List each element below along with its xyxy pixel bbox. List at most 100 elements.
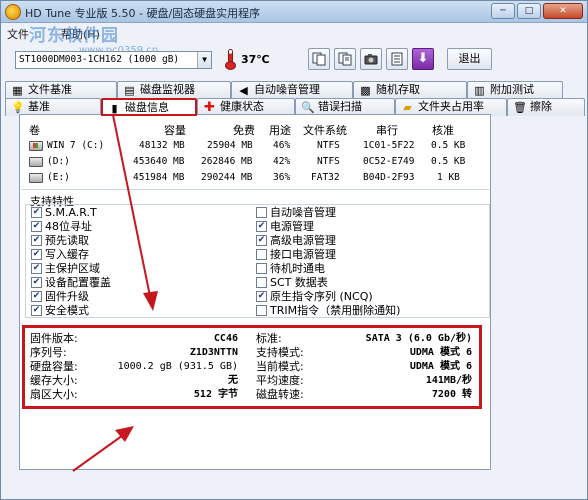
tab-label: 文件夹占用率 [418,100,484,113]
benchmark-icon: 💡 [11,101,25,114]
feature-read-ahead: ✔ 预先读取 [31,234,89,248]
menu-file[interactable]: 文件 [7,26,29,42]
current-mode-row: 当前模式: UDMA 模式 6 [256,360,472,374]
info-value: 1000.2 gB (931.5 GB) [117,361,238,372]
screenshot-button[interactable] [360,48,382,70]
tab-erase[interactable]: 🗑 擦除 [507,98,585,116]
table-row[interactable]: (D:) 453640 MB 262846 MB 42% NTFS 0C52-E… [7,154,482,170]
feature-power-mgmt: ✔ 电源管理 [256,220,314,234]
info-value: UDMA 模式 6 [409,347,472,358]
copy-text-button[interactable] [308,48,330,70]
info-label: 序列号: [30,346,67,359]
checkbox[interactable] [256,207,267,218]
sector-row: 扇区大小: 512 字节 [30,388,238,402]
copy-all-button[interactable] [334,48,356,70]
close-button[interactable]: ✕ [543,3,583,19]
checkbox[interactable]: ✔ [31,207,42,218]
copy-all-icon [338,52,352,66]
rotation-speed-row: 磁盘转速: 7200 转 [256,388,472,402]
feature-label: 自动噪音管理 [270,206,336,219]
info-value: 141MB/秒 [425,375,472,386]
feature-write-cache: ✔ 写入缓存 [31,248,89,262]
tab-label: 随机存取 [376,83,420,96]
checkbox[interactable] [256,277,267,288]
tab-extra-tests[interactable]: ▥ 附加测试 [467,81,563,99]
tab-label: 磁盘监视器 [140,83,195,96]
checkbox[interactable]: ✔ [31,277,42,288]
checkbox[interactable]: ✔ [31,263,42,274]
supported-mode-row: 支持模式: UDMA 模式 6 [256,346,472,360]
tab-disk-info[interactable]: ▮ 磁盘信息 [101,98,197,116]
cache-row: 缓存大小: 无 [30,374,238,388]
feature-label: TRIM指令（禁用删除通知) [270,304,401,317]
feature-label: 电源管理 [270,220,314,233]
capacity-row: 硬盘容量: 1000.2 gB (931.5 GB) [30,360,238,374]
chevron-down-icon[interactable]: ▼ [197,52,211,68]
col-cluster[interactable]: 核准 [432,122,454,138]
info-label: 扇区大小: [30,388,78,401]
volume-serial: 0C52-E749 [363,156,415,167]
col-filesystem[interactable]: 文件系统 [303,122,347,138]
thermometer-icon [220,48,240,70]
copy-icon [312,52,326,66]
col-capacity[interactable]: 容量 [164,122,186,138]
checkbox[interactable]: ✔ [31,291,42,302]
info-label: 平均速度: [256,374,304,387]
save-arrow-down-button[interactable]: ⬇ [412,48,434,70]
tab-random-access[interactable]: ▩ 随机存取 [353,81,467,99]
checkbox[interactable] [256,263,267,274]
feature-48bit: ✔ 48位寻址 [31,220,92,234]
feature-label: 待机时通电 [270,262,325,275]
volume-capacity: 451984 MB [133,172,185,183]
tab-label: 文件基准 [28,83,72,96]
tab-file-benchmark[interactable]: ▦ 文件基准 [5,81,117,99]
volume-free: 290244 MB [201,172,253,183]
col-volume[interactable]: 卷 [29,122,40,138]
table-row[interactable]: WIN 7 (C:) 48132 MB 25904 MB 46% NTFS 1C… [7,138,482,154]
options-button[interactable] [386,48,408,70]
drive-icon [29,173,43,183]
volume-cluster: 0.5 KB [431,140,466,151]
checkbox[interactable]: ✔ [256,235,267,246]
tab-label: 基准 [28,100,50,113]
disk-monitor-icon: ▤ [124,84,135,97]
feature-label: 48位寻址 [45,220,92,233]
trash-icon: 🗑 [513,101,527,114]
col-serial[interactable]: 串行 [376,122,398,138]
checkbox[interactable]: ✔ [31,221,42,232]
info-value: Z1D3NTTN [189,347,238,358]
volume-name: (D:) [47,156,70,167]
checkbox[interactable]: ✔ [31,249,42,260]
feature-security: ✔ 安全模式 [31,304,89,318]
info-label: 固件版本: [30,332,78,345]
info-value: 无 [228,375,238,386]
volume-name: (E:) [47,172,70,183]
system-drive-icon [29,141,43,151]
maximize-button[interactable]: □ [517,3,541,19]
checkbox[interactable]: ✔ [31,235,42,246]
minimize-button[interactable]: ─ [491,3,515,19]
window-controls: ─ □ ✕ [491,3,583,19]
info-label: 当前模式: [256,360,304,373]
volume-usage: 46% [273,140,291,151]
checkbox[interactable] [256,305,267,316]
checkbox[interactable]: ✔ [31,305,42,316]
health-cross-icon: ✚ [204,100,215,115]
exit-button[interactable]: 退出 [447,48,492,70]
col-usage[interactable]: 用途 [269,122,291,138]
tab-aam[interactable]: ◀ 自动噪音管理 [231,81,353,99]
info-value: 7200 转 [431,389,472,400]
feature-label: 固件升级 [45,290,89,303]
table-row[interactable]: (E:) 451984 MB 290244 MB 36% FAT32 B04D-… [7,170,482,186]
magnifier-icon: 🔍 [301,101,315,114]
col-free[interactable]: 免费 [233,122,255,138]
volume-free: 262846 MB [201,156,253,167]
drive-select[interactable]: ST1000DM003-1CH162 (1000 gB) ▼ [15,51,212,69]
volume-table: WIN 7 (C:) 48132 MB 25904 MB 46% NTFS 1C… [7,138,482,186]
tab-disk-monitor[interactable]: ▤ 磁盘监视器 [117,81,231,99]
checkbox[interactable]: ✔ [256,291,267,302]
tab-label: 自动噪音管理 [254,83,320,96]
hdtune-app-icon [5,4,21,20]
checkbox[interactable] [256,249,267,260]
checkbox[interactable]: ✔ [256,221,267,232]
